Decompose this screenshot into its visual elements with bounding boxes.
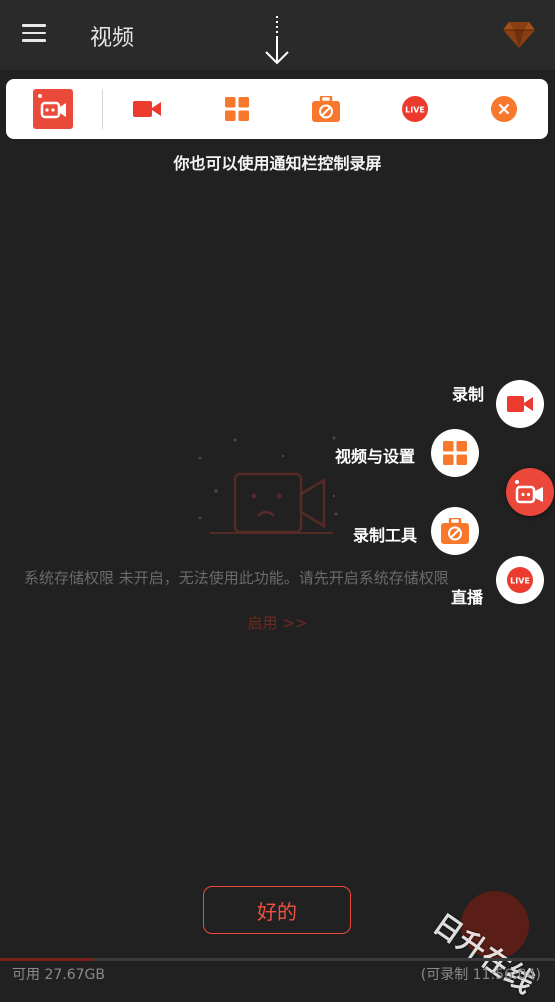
toolbox-icon	[441, 518, 469, 544]
live-icon: LIVE	[507, 567, 533, 593]
page-title: 视频	[90, 26, 135, 51]
app-logo-icon[interactable]	[28, 79, 78, 139]
fab-label-videos-settings: 视频与设置	[335, 447, 416, 466]
fab-recording-tools-button[interactable]	[431, 507, 479, 555]
close-icon[interactable]	[479, 79, 529, 139]
grid-icon	[443, 441, 467, 465]
notification-bar-preview: LIVE	[6, 79, 548, 139]
fab-label-live: 直播	[451, 588, 484, 607]
svg-text:LIVE: LIVE	[510, 577, 530, 586]
pull-down-arrow-icon	[262, 14, 292, 66]
floating-record-button[interactable]	[506, 468, 554, 516]
empty-camera-illustration-icon	[196, 432, 346, 542]
permission-message: 系统存储权限 未开启，无法使用此功能。请先开启系统存储权限	[24, 569, 449, 587]
divider	[102, 89, 103, 129]
hamburger-menu-icon[interactable]	[22, 24, 46, 44]
ok-button[interactable]: 好的	[203, 886, 351, 934]
fab-label-recording-tools: 录制工具	[353, 526, 418, 545]
record-video-icon[interactable]	[122, 79, 172, 139]
toolbox-icon[interactable]	[301, 79, 351, 139]
diamond-premium-icon[interactable]	[502, 18, 536, 50]
enable-permission-link[interactable]: 启用 >>	[0, 612, 555, 633]
fab-live-button[interactable]: LIVE	[496, 556, 544, 604]
live-icon[interactable]: LIVE	[390, 79, 440, 139]
storage-progress-bar	[0, 958, 555, 961]
camera-logo-icon	[515, 480, 543, 504]
grid-icon[interactable]	[212, 79, 262, 139]
recordable-time-text: (可录制 11:56:04)	[420, 967, 541, 983]
fab-videos-settings-button[interactable]	[431, 429, 479, 477]
svg-text:LIVE: LIVE	[405, 106, 425, 115]
fab-record-button[interactable]	[496, 380, 544, 428]
notification-hint-text: 你也可以使用通知栏控制录屏	[173, 154, 382, 173]
available-storage-text: 可用 27.67GB	[12, 967, 105, 983]
fab-label-record: 录制	[452, 385, 485, 404]
storage-progress-fill	[0, 958, 95, 961]
video-camera-icon	[507, 396, 533, 412]
